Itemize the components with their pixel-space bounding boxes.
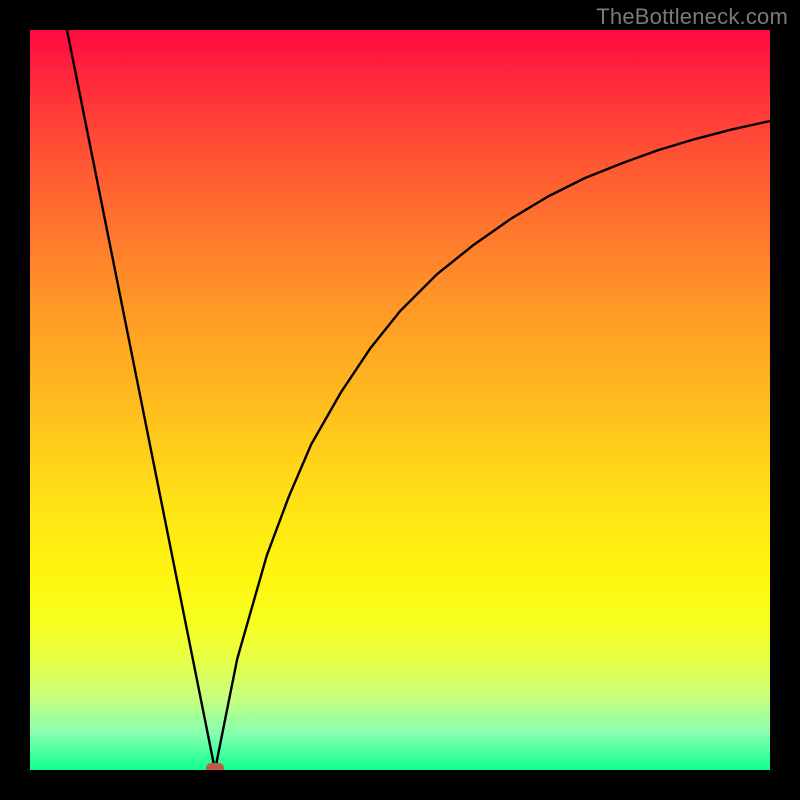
- chart-frame: TheBottleneck.com: [0, 0, 800, 800]
- curve-right-branch: [215, 121, 770, 770]
- watermark-text: TheBottleneck.com: [596, 4, 788, 30]
- plot-area: [30, 30, 770, 770]
- plot-svg: [30, 30, 770, 770]
- curve-left-branch: [67, 30, 215, 770]
- minimum-marker: [206, 763, 224, 770]
